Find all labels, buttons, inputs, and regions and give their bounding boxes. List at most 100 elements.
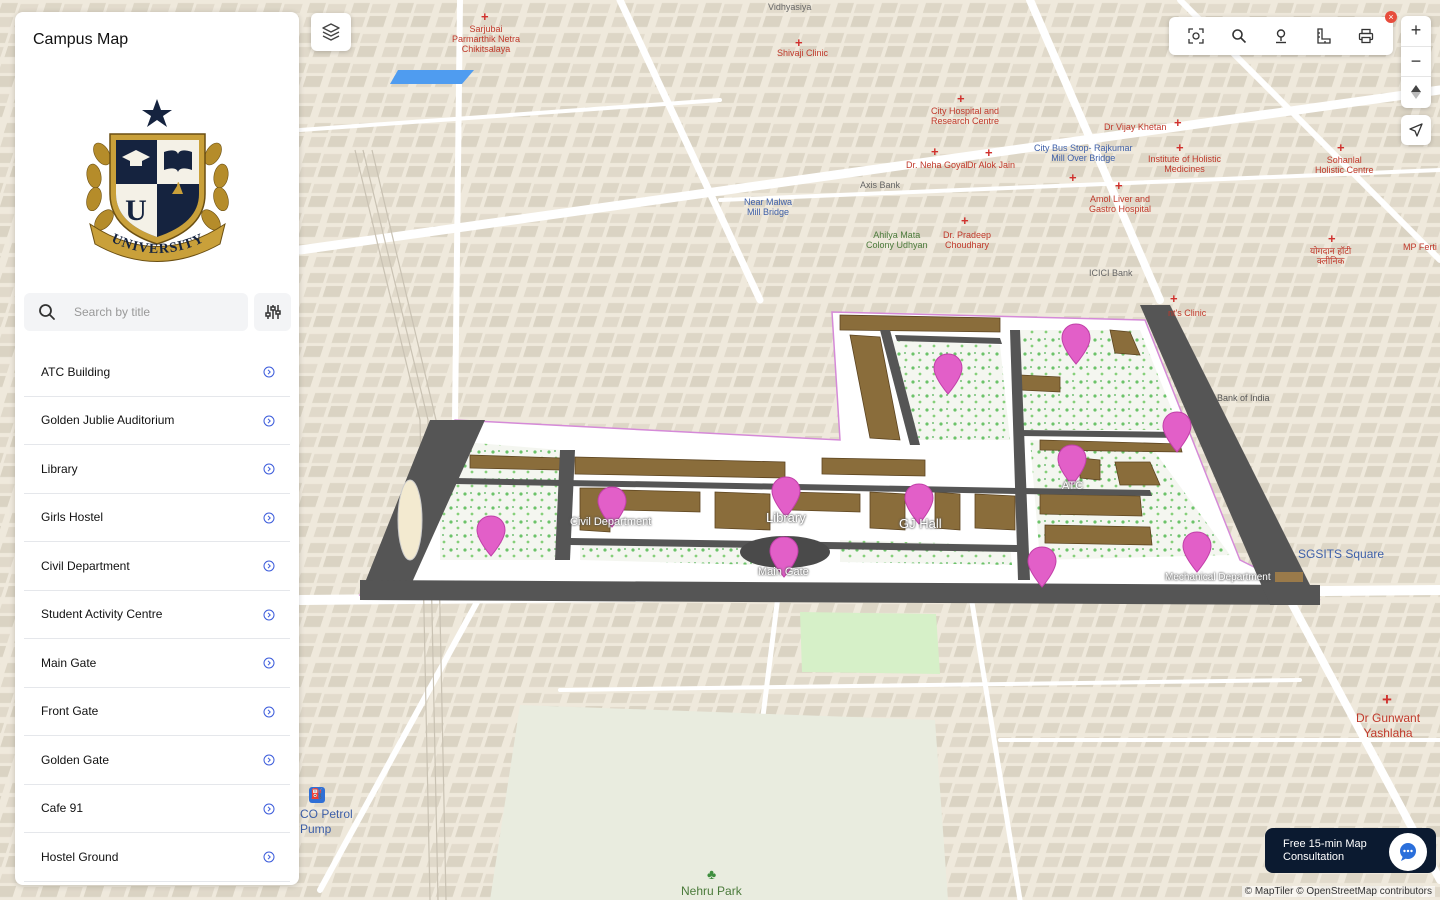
sidebar: Campus Map U UNIVERSITY Search by title … — [15, 12, 299, 885]
geolocate-button[interactable] — [1401, 115, 1431, 145]
list-item-label: Girls Hostel — [41, 510, 104, 525]
chevron-circle-icon[interactable] — [263, 657, 275, 669]
hospital-icon[interactable]: + — [961, 214, 969, 227]
sliders-icon — [264, 305, 281, 319]
poi-icici[interactable]: ICICI Bank — [1089, 268, 1133, 278]
list-item[interactable]: Front Gate — [24, 688, 290, 736]
chevron-circle-icon[interactable] — [263, 609, 275, 621]
hospital-icon[interactable]: + — [1069, 171, 1077, 184]
poi-bank-of-india[interactable]: Bank of India — [1217, 393, 1270, 403]
chevron-circle-icon[interactable] — [263, 463, 275, 475]
poi-sohanlal[interactable]: Sohanlal Holistic Centre — [1315, 155, 1374, 175]
hospital-icon[interactable]: + — [1382, 691, 1392, 708]
chevron-circle-icon[interactable] — [263, 851, 275, 863]
chevron-circle-icon[interactable] — [263, 803, 275, 815]
place-list: ATC Building Golden Jublie Auditorium Libr… — [24, 348, 290, 882]
list-item[interactable]: Golden Gate — [24, 736, 290, 785]
map-pin-icon[interactable] — [1059, 322, 1093, 366]
compass-button[interactable] — [1401, 77, 1431, 108]
poi-petrol-pump[interactable]: CO Petrol Pump — [300, 807, 353, 837]
chat-button[interactable] — [1389, 833, 1427, 871]
map-pin-icon[interactable] — [474, 514, 508, 558]
poi-neha-goyal[interactable]: Dr. Neha Goyal — [906, 160, 968, 170]
fuel-icon[interactable]: ⛽ — [309, 787, 325, 803]
chevron-circle-icon[interactable] — [263, 754, 275, 766]
poi-ahilya[interactable]: Ahilya Mata Colony Udhyan — [866, 230, 928, 250]
map-pin-icon[interactable] — [1025, 545, 1059, 589]
list-item-label: ATC Building — [41, 364, 111, 379]
poi-clinic[interactable]: nt's Clinic — [1168, 308, 1206, 318]
zoom-in-button[interactable]: + — [1401, 16, 1431, 47]
poi-axis-bank[interactable]: Axis Bank — [860, 180, 900, 190]
chevron-circle-icon[interactable] — [263, 415, 275, 427]
hospital-icon[interactable]: + — [1176, 141, 1184, 154]
zoom-controls: + − — [1401, 16, 1431, 108]
list-item[interactable]: Golden Jublie Auditorium — [24, 397, 290, 445]
hospital-icon[interactable]: + — [1328, 232, 1336, 245]
search-box — [24, 293, 248, 331]
poi-amol[interactable]: Amol Liver and Gastro Hospital — [1089, 194, 1151, 214]
poi-holistic[interactable]: Institute of Holistic Medicines — [1148, 154, 1221, 174]
print-tool-button[interactable] — [1351, 21, 1381, 51]
chevron-circle-icon[interactable] — [263, 706, 275, 718]
hospital-icon[interactable]: + — [1115, 179, 1123, 192]
poi-city-hospital[interactable]: City Hospital and Research Centre — [931, 106, 999, 126]
list-item[interactable]: Main Gate — [24, 639, 290, 688]
marker-tool-button[interactable] — [1266, 21, 1296, 51]
list-item[interactable]: Library — [24, 445, 290, 494]
layers-button[interactable] — [311, 13, 351, 51]
measure-tool-button[interactable] — [1308, 21, 1338, 51]
poi-malwa[interactable]: Near Malwa Mill Bridge — [744, 197, 792, 217]
poi-sgsits[interactable]: SGSITS Square — [1298, 547, 1384, 562]
map-attribution[interactable]: © MapTiler © OpenStreetMap contributors — [1241, 886, 1435, 897]
hospital-icon[interactable]: + — [1337, 141, 1345, 154]
chevron-circle-icon[interactable] — [263, 366, 275, 378]
consultation-line-1: Free 15-min Map — [1283, 838, 1367, 850]
consultation-text: Free 15-min Map Consultation — [1283, 838, 1367, 864]
poi-hindi-clinic[interactable]: योगदान हॉटी क्लीनिक — [1310, 246, 1351, 266]
chevron-circle-icon[interactable] — [263, 560, 275, 572]
poi-pradeep[interactable]: Dr. Pradeep Choudhary — [943, 230, 991, 250]
map-pin-icon[interactable] — [1160, 410, 1194, 454]
filter-button[interactable] — [254, 293, 291, 331]
hospital-icon[interactable]: + — [931, 145, 939, 158]
hospital-icon[interactable]: + — [1174, 116, 1182, 129]
search-icon — [1231, 29, 1246, 44]
consultation-banner[interactable]: Free 15-min Map Consultation — [1265, 828, 1436, 873]
hospital-icon[interactable]: + — [985, 146, 993, 159]
search-icon — [39, 304, 55, 320]
pin-label-gj-hall: GJ Hall — [899, 516, 942, 531]
search-tool-button[interactable] — [1224, 21, 1254, 51]
list-item-label: Hostel Ground — [41, 849, 119, 864]
poi-bus-stop[interactable]: City Bus Stop- Rajkumar Mill Over Bridge — [1034, 143, 1133, 163]
list-item[interactable]: Civil Department — [24, 542, 290, 591]
chevron-circle-icon[interactable] — [263, 512, 275, 524]
list-item-label: Student Activity Centre — [41, 607, 163, 622]
map-pin-icon[interactable] — [1180, 530, 1214, 574]
poi-alok-jain[interactable]: Dr Alok Jain — [967, 160, 1015, 170]
poi-mp-fertility[interactable]: MP Ferti — [1403, 242, 1437, 252]
list-item[interactable]: Student Activity Centre — [24, 591, 290, 639]
poi-vijay-khetan[interactable]: Dr Vijay Khetan — [1104, 122, 1166, 132]
hospital-icon[interactable]: + — [957, 92, 965, 105]
map-pin-icon[interactable] — [931, 352, 965, 396]
poi-shivaji[interactable]: Shivaji Clinic — [777, 48, 828, 58]
poi-gunwant[interactable]: Dr Gunwant Yashlaha — [1356, 711, 1420, 741]
list-item[interactable]: Cafe 91 — [24, 785, 290, 833]
list-item[interactable]: ATC Building — [24, 348, 290, 397]
search-input[interactable] — [74, 302, 239, 322]
capture-icon — [1188, 28, 1204, 44]
poi-sarjubai[interactable]: Sarjubai Parmarthik Netra Chikitsalaya — [452, 24, 520, 54]
zoom-out-button[interactable]: − — [1401, 47, 1431, 78]
hospital-icon[interactable]: + — [481, 10, 489, 23]
poi-nehru-park[interactable]: Nehru Park — [681, 884, 742, 898]
hospital-icon[interactable]: + — [1170, 292, 1178, 305]
layers-icon — [322, 23, 340, 41]
map-toolbar — [1169, 17, 1393, 55]
chat-icon — [1400, 843, 1416, 861]
pin-label-library: Library — [766, 510, 806, 525]
list-item[interactable]: Girls Hostel — [24, 494, 290, 542]
close-toolbar-button[interactable]: × — [1385, 11, 1397, 23]
screenshot-tool-button[interactable] — [1181, 21, 1211, 51]
list-item[interactable]: Hostel Ground — [24, 833, 290, 882]
